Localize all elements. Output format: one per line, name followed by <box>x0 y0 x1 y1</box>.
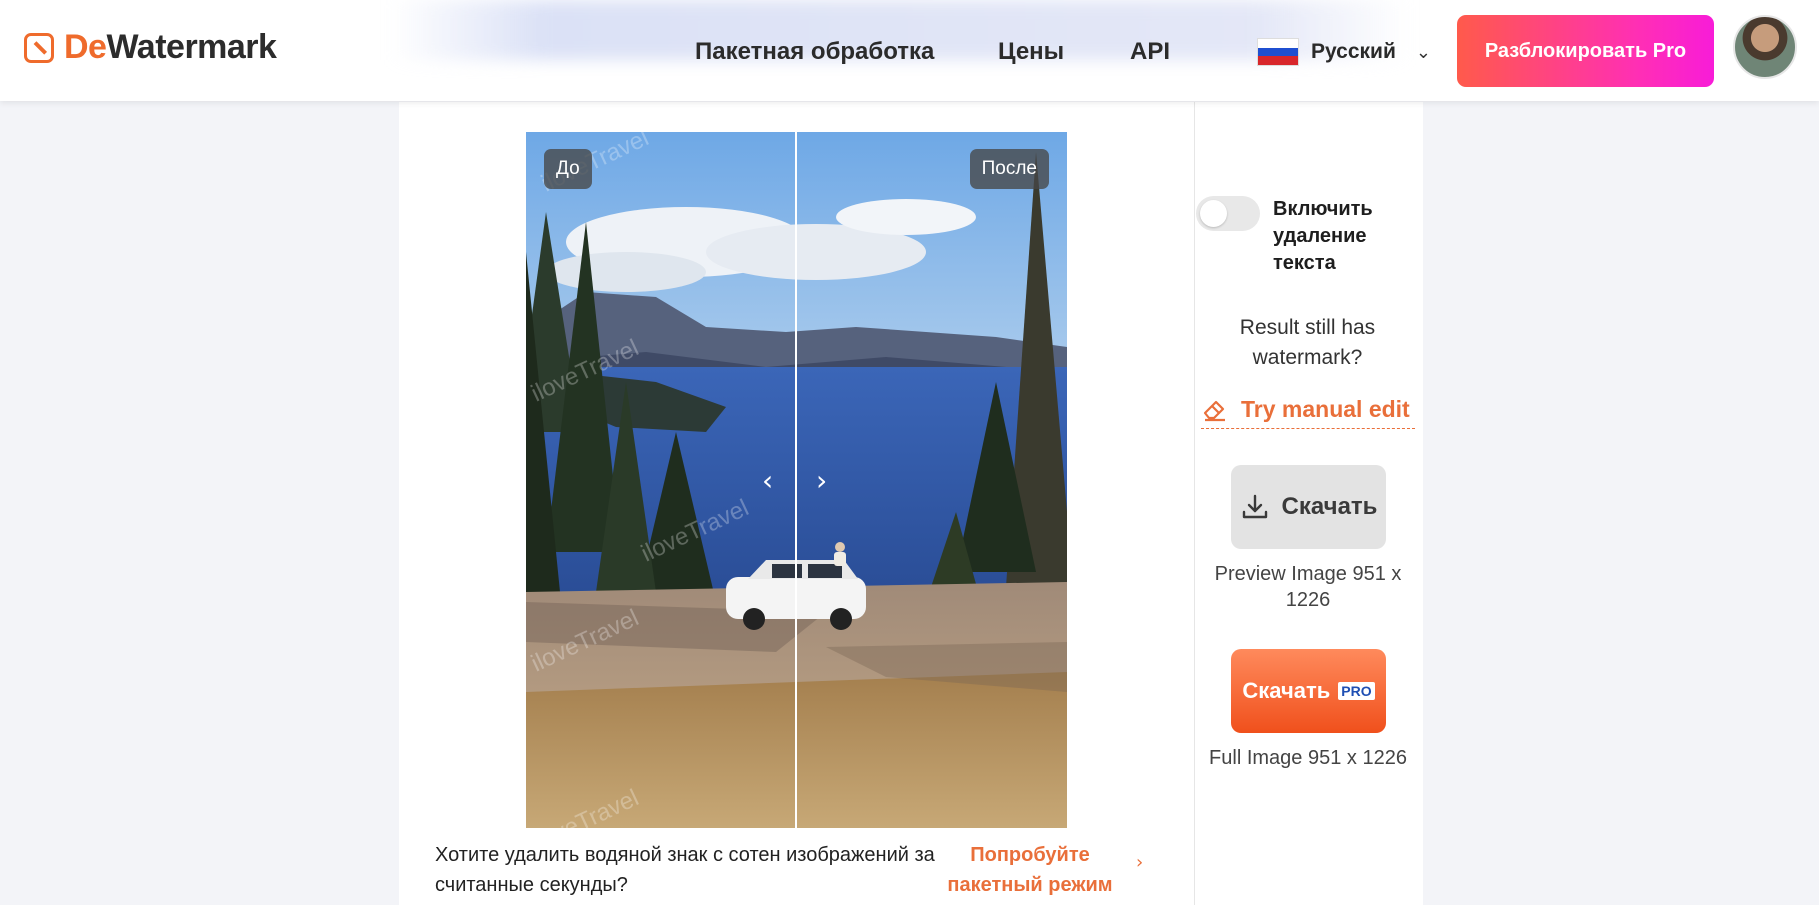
russia-flag-icon <box>1257 38 1299 66</box>
batch-mode-link[interactable]: Попробуйте пакетный режим <box>940 840 1120 900</box>
download-pro-label: Скачать <box>1242 678 1331 703</box>
chevron-left-icon[interactable]: ‹ <box>762 464 773 497</box>
manual-edit-label: Try manual edit <box>1241 395 1410 422</box>
pro-badge: PRO <box>1338 682 1375 700</box>
nav-batch-processing[interactable]: Пакетная обработка <box>695 38 934 66</box>
language-selector[interactable]: Русский ⌄ <box>1257 38 1431 66</box>
download-pro-button[interactable]: Скачать PRO <box>1231 649 1386 733</box>
nav-api[interactable]: API <box>1130 38 1170 66</box>
text-removal-toggle[interactable] <box>1196 196 1260 231</box>
eraser-icon <box>1203 400 1225 422</box>
panel-divider <box>1194 102 1195 905</box>
logo[interactable]: DeWatermark <box>24 28 277 67</box>
batch-promo-text: Хотите удалить водяной знак с сотен изоб… <box>435 844 935 896</box>
unlock-pro-button[interactable]: Разблокировать Pro <box>1457 15 1714 87</box>
top-header: DeWatermark Пакетная обработка Цены API … <box>0 0 1819 101</box>
chevron-right-icon[interactable]: › <box>816 464 827 497</box>
download-label: Скачать <box>1281 493 1378 520</box>
full-image-caption: Full Image 951 x 1226 <box>1209 747 1407 769</box>
chevron-right-icon[interactable]: › <box>1136 852 1143 873</box>
before-after-slider[interactable]: iloveTravel iloveTravel iloveTravel ilov… <box>526 132 1067 828</box>
before-badge: До <box>544 149 592 189</box>
logo-text-watermark: Watermark <box>106 28 277 66</box>
avatar[interactable] <box>1733 15 1797 79</box>
still-watermark-question: Result still has watermark? <box>1239 316 1376 369</box>
nav-pricing[interactable]: Цены <box>998 38 1064 66</box>
download-preview-button[interactable]: Скачать <box>1231 465 1386 549</box>
preview-image-caption: Preview Image 951 x 1226 <box>1214 563 1402 611</box>
toggle-knob <box>1200 200 1227 227</box>
try-manual-edit-link[interactable]: Try manual edit <box>1201 390 1415 429</box>
language-label: Русский <box>1311 40 1396 63</box>
logo-text: DeWatermark <box>64 28 277 67</box>
logo-text-de: De <box>64 28 107 66</box>
toggle-label: Включить удаление текста <box>1273 198 1373 274</box>
download-icon <box>1242 494 1267 519</box>
chevron-down-icon: ⌄ <box>1415 41 1431 63</box>
after-badge: После <box>969 149 1049 189</box>
logo-icon <box>24 32 54 63</box>
compare-divider[interactable] <box>795 132 797 828</box>
